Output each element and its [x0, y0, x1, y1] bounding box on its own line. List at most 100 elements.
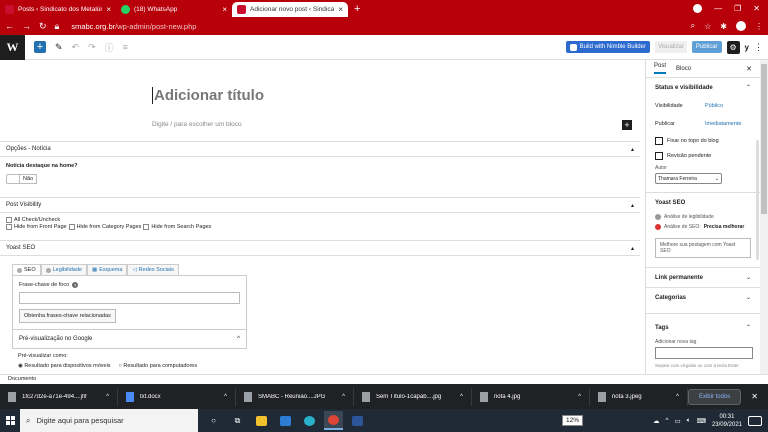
maximize-icon[interactable]: ❐ — [734, 4, 741, 13]
meta-box-yoast-header[interactable]: Yoast SEO ▴ — [0, 241, 640, 255]
browser-tab-new-post[interactable]: Adicionar novo post ‹ Sindicato × — [232, 2, 348, 17]
close-tab-icon[interactable]: × — [338, 5, 343, 14]
chevron-up-icon[interactable]: ^ — [224, 394, 227, 400]
author-select[interactable]: Thamara Ferreira ⌄ — [655, 173, 722, 184]
new-tab-button[interactable]: + — [348, 3, 366, 17]
browser-tab-whatsapp[interactable]: (18) WhatsApp × — [116, 2, 232, 17]
browser-tab-posts[interactable]: Posts ‹ Sindicato dos Metalúrgicos × — [0, 2, 116, 17]
more-options-icon[interactable]: ⋮ — [754, 42, 763, 53]
block-placeholder[interactable]: Digite / para escolher um bloco — [152, 121, 242, 128]
windows-start-icon[interactable] — [0, 409, 20, 432]
checkbox[interactable] — [143, 224, 150, 230]
yoast-panel-header[interactable]: Yoast SEO — [655, 193, 751, 212]
download-item[interactable]: nota 3.jpeg ^ — [590, 387, 688, 406]
meta-box-visibility-header[interactable]: Post Visibility ▴ — [0, 198, 640, 212]
info-icon[interactable]: ⓘ — [105, 41, 114, 54]
chevron-up-icon[interactable]: ▴ — [631, 146, 634, 153]
menu-icon[interactable]: ⋮ — [755, 22, 763, 31]
tags-panel-header[interactable]: Tags ⌃ — [655, 318, 751, 337]
close-window-icon[interactable]: ✕ — [753, 4, 760, 13]
zoom-icon[interactable]: ⌕ — [691, 21, 695, 31]
add-tag-input[interactable] — [655, 347, 753, 359]
improve-post-button[interactable]: Melhore sua postagem com Yoast SEO — [655, 238, 751, 258]
block-inserter-button[interactable]: + — [34, 41, 46, 53]
sticky-checkbox-row[interactable]: Fixar no topo do blog — [655, 133, 751, 148]
post-title-field[interactable]: Adicionar título — [152, 87, 264, 104]
tab-block[interactable]: Bloco — [676, 66, 691, 72]
show-all-downloads-button[interactable]: Exibir todos — [687, 388, 742, 405]
url-field[interactable]: smabc.org.br/wp-admin/post-new.php — [71, 22, 196, 31]
chevron-up-icon[interactable]: ^ — [578, 394, 581, 400]
sidebar-scrollbar[interactable] — [756, 140, 759, 260]
chevron-up-icon[interactable]: ▴ — [631, 202, 634, 209]
clock[interactable]: 00:31 23/09/2021 — [712, 413, 742, 429]
tab-social[interactable]: ◁ Redes Sociais — [127, 264, 179, 275]
file-explorer-icon[interactable] — [252, 411, 271, 430]
scrollbar-thumb[interactable] — [761, 64, 767, 214]
record-icon[interactable] — [693, 4, 703, 13]
back-icon[interactable]: ← — [5, 21, 14, 31]
chevron-up-icon[interactable]: ⌃ — [746, 84, 751, 91]
minimize-icon[interactable]: — — [714, 4, 722, 13]
download-item[interactable]: txt.docx ^ — [118, 387, 236, 406]
word-icon[interactable] — [348, 411, 367, 430]
chevron-up-icon[interactable]: ▴ — [631, 245, 634, 252]
close-tab-icon[interactable]: × — [222, 5, 227, 14]
reload-icon[interactable]: ↻ — [39, 21, 47, 32]
taskbar-search[interactable]: ⌕ Digite aqui para pesquisar — [20, 409, 198, 432]
status-panel-header[interactable]: Status e visibilidade ⌃ — [655, 78, 751, 97]
wordpress-logo-icon[interactable]: W — [0, 34, 25, 60]
close-tab-icon[interactable]: × — [106, 5, 111, 14]
tools-pencil-icon[interactable]: ✎ — [55, 42, 63, 53]
cortana-icon[interactable]: ○ — [204, 411, 223, 430]
chevron-up-icon[interactable]: ⌃ — [746, 324, 751, 331]
volume-icon[interactable]: 🔈︎ — [687, 417, 691, 425]
close-icon[interactable]: ✕ — [751, 392, 758, 401]
edge-icon[interactable] — [300, 411, 319, 430]
undo-icon[interactable]: ↶ — [72, 42, 80, 53]
chevron-up-icon[interactable]: ^ — [460, 394, 463, 400]
tab-post[interactable]: Post — [654, 63, 667, 74]
download-item[interactable]: nota 4.jpg ^ — [472, 387, 590, 406]
checkbox[interactable] — [68, 224, 75, 230]
publish-button[interactable]: Publicar — [691, 41, 722, 53]
meta-box-opcoes-header[interactable]: Opções - Notícia ▴ — [0, 142, 640, 156]
forward-icon[interactable]: → — [22, 21, 31, 31]
chevron-up-icon[interactable]: ^ — [342, 394, 345, 400]
chevron-down-icon[interactable]: ⌄ — [746, 294, 751, 301]
publish-value[interactable]: Imediatamente — [705, 121, 741, 127]
inline-block-inserter-button[interactable]: + — [622, 120, 632, 130]
task-view-icon[interactable]: ⧉ — [228, 411, 247, 430]
checkbox[interactable] — [6, 217, 12, 223]
checkbox[interactable] — [655, 136, 663, 145]
star-icon[interactable]: ☆ — [704, 22, 711, 31]
chevron-down-icon[interactable]: ⌄ — [746, 274, 751, 281]
check-all-row[interactable]: All Check/Uncheck — [6, 217, 634, 223]
close-icon[interactable]: ✕ — [746, 65, 752, 73]
preview-mobile-radio[interactable]: ◉ Resultado para dispositivos móveis — [18, 363, 111, 369]
keyboard-icon[interactable]: ⌨ — [697, 417, 706, 425]
notifications-icon[interactable] — [748, 415, 762, 426]
chevron-up-icon[interactable]: ^ — [106, 394, 109, 400]
settings-gear-icon[interactable]: ⚙ — [726, 40, 740, 54]
help-icon[interactable]: ? — [72, 282, 79, 288]
page-scrollbar[interactable] — [760, 60, 768, 374]
download-item[interactable]: Sem Título-1capab....jpg ^ — [354, 387, 472, 406]
preview-button[interactable]: Visualizar — [654, 41, 687, 53]
nimble-builder-button[interactable]: Build with Nimble Builder — [565, 41, 650, 53]
chevron-up-icon[interactable]: ^ — [676, 394, 679, 400]
list-view-icon[interactable]: ≡ — [123, 42, 128, 52]
toggle-switch[interactable] — [6, 174, 20, 184]
chrome-icon[interactable] — [324, 411, 343, 430]
yoast-button[interactable]: y — [745, 43, 749, 52]
redo-icon[interactable]: ↷ — [88, 42, 96, 53]
tab-seo[interactable]: SEO — [12, 264, 41, 275]
profile-avatar[interactable] — [736, 21, 746, 31]
categories-panel-header[interactable]: Categorias ⌄ — [655, 288, 751, 307]
download-item[interactable]: SMABC - Reunião....JPG ^ — [236, 387, 354, 406]
download-item[interactable]: 1fc27d2e-a71e-494....jfif ^ — [0, 387, 118, 406]
featured-toggle[interactable]: Não — [6, 174, 634, 184]
visibility-value[interactable]: Público — [705, 103, 723, 109]
permalink-panel-header[interactable]: Link permanente ⌄ — [655, 268, 751, 287]
related-keyphrases-button[interactable]: Obtenha frases-chave relacionadas — [19, 309, 116, 323]
